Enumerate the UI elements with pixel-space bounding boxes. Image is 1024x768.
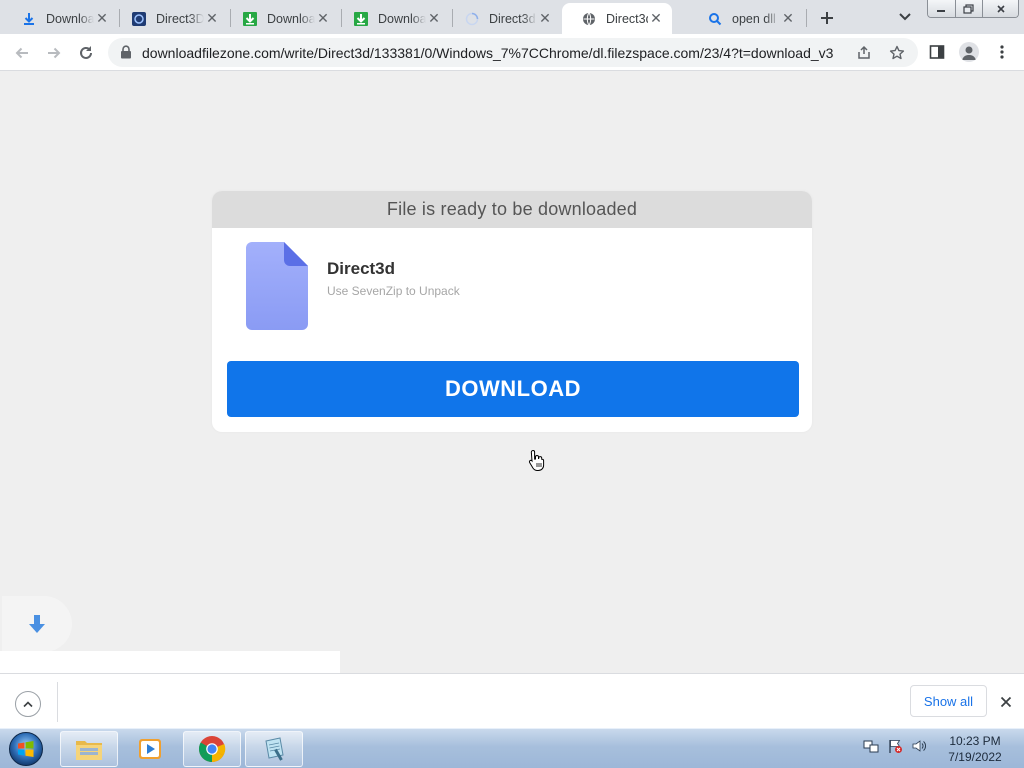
tab-label: Download [378, 11, 426, 26]
tab-label: Direct3D [156, 11, 204, 26]
menu-button[interactable] [992, 42, 1012, 62]
kebab-menu-icon [1000, 45, 1004, 59]
tab-search[interactable]: open dll ✕ [688, 3, 804, 34]
taskbar-notepad[interactable] [245, 731, 303, 767]
tab-separator [806, 9, 807, 27]
window-controls [927, 0, 1019, 18]
arrow-left-icon [15, 47, 28, 59]
tab-label: Direct3d [606, 11, 648, 26]
arrow-right-icon [48, 47, 61, 59]
close-icon[interactable]: ✕ [648, 10, 664, 27]
search-icon [708, 12, 722, 26]
action-center-flag-icon[interactable] [886, 737, 904, 755]
browser-toolbar: downloadfilezone.com/write/Direct3d/1333… [0, 34, 1024, 71]
close-icon[interactable]: ✕ [204, 10, 220, 27]
close-icon [997, 4, 1005, 13]
avatar [959, 42, 979, 62]
tab-direct3d-active[interactable]: Direct3d ✕ [562, 3, 672, 34]
chrome-icon [198, 736, 226, 763]
start-button[interactable] [6, 730, 46, 768]
side-panel-icon [929, 45, 945, 59]
url-text: downloadfilezone.com/write/Direct3d/1333… [142, 45, 834, 61]
volume-icon[interactable] [910, 737, 928, 755]
media-player-icon [139, 739, 161, 759]
bottom-banner-strip [0, 651, 340, 673]
file-icon [246, 242, 308, 330]
close-icon[interactable]: ✕ [94, 10, 110, 27]
globe-icon [582, 12, 596, 26]
lock-icon[interactable] [120, 45, 132, 64]
folder-icon [76, 741, 102, 760]
tab-direct3d-1[interactable]: Direct3D ✕ [112, 3, 228, 34]
share-icon[interactable] [854, 43, 874, 63]
bookmark-star-icon[interactable] [887, 43, 907, 63]
file-name: Direct3d [327, 259, 396, 278]
download-button[interactable]: DOWNLOAD [227, 361, 799, 417]
reload-icon [80, 46, 92, 59]
clock-date: 7/19/2022 [948, 750, 1002, 764]
network-icon[interactable] [862, 737, 880, 755]
tab-label: Download [267, 11, 315, 26]
window-close-button[interactable] [983, 0, 1018, 17]
close-icon[interactable]: ✕ [780, 10, 796, 27]
file-subtitle: Use SevenZip to Unpack [327, 284, 460, 298]
tab-download-2[interactable]: Download ✕ [223, 3, 339, 34]
floating-download-button[interactable] [2, 596, 72, 652]
close-icon[interactable]: ✕ [537, 10, 553, 27]
download-card: File is ready to be downloaded Direct3d … [212, 191, 812, 432]
page-content: File is ready to be downloaded Direct3d … [0, 71, 1024, 673]
hand-cursor-icon [528, 449, 546, 476]
restore-icon [963, 3, 974, 14]
new-tab-button[interactable] [815, 6, 839, 30]
tab-direct3d-2[interactable]: Direct3d ✕ [445, 3, 561, 34]
tab-label: open dll [732, 11, 776, 26]
direct3d-site-icon [132, 11, 146, 26]
minimize-button[interactable] [928, 0, 956, 17]
taskbar-explorer[interactable] [60, 731, 118, 767]
green-download-icon [354, 11, 368, 26]
close-icon[interactable]: ✕ [315, 10, 331, 27]
restore-button[interactable] [955, 0, 984, 17]
tab-search-dropdown[interactable] [895, 7, 915, 27]
plus-icon [821, 12, 833, 24]
system-tray [862, 737, 928, 755]
tab-download-1[interactable]: Download ✕ [2, 3, 118, 34]
chevron-up-icon [23, 701, 33, 708]
taskbar-media-player[interactable] [121, 731, 179, 767]
shelf-close-button[interactable] [996, 692, 1016, 712]
close-icon[interactable]: ✕ [426, 10, 442, 27]
profile-button[interactable] [959, 42, 979, 62]
tab-strip: Download ✕ Direct3D ✕ Download ✕ Downloa… [0, 0, 1024, 34]
reload-button[interactable] [73, 40, 99, 66]
green-download-icon [243, 11, 257, 26]
tab-label: Direct3d [489, 11, 536, 26]
windows-logo-icon [9, 732, 43, 766]
taskbar-clock[interactable]: 10:23 PM 7/19/2022 [940, 733, 1010, 765]
chevron-down-icon [899, 13, 911, 21]
minimize-icon [937, 9, 946, 12]
download-arrow-icon [29, 615, 45, 633]
shelf-expand-button[interactable] [15, 691, 41, 717]
side-panel-button[interactable] [927, 42, 947, 62]
download-arrow-icon [22, 12, 36, 26]
taskbar-chrome[interactable] [183, 731, 241, 767]
loading-spinner-icon [465, 12, 479, 26]
tab-download-3[interactable]: Download ✕ [334, 3, 450, 34]
forward-button[interactable] [41, 40, 67, 66]
address-bar[interactable]: downloadfilezone.com/write/Direct3d/1333… [108, 38, 918, 67]
close-icon [1000, 696, 1012, 708]
download-shelf: Show all [0, 673, 1024, 728]
clock-time: 10:23 PM [949, 734, 1001, 748]
show-all-button[interactable]: Show all [910, 685, 987, 717]
windows-taskbar: 10:23 PM 7/19/2022 [0, 728, 1024, 768]
back-button[interactable] [9, 40, 35, 66]
card-header: File is ready to be downloaded [212, 191, 812, 228]
notepad-icon [265, 737, 284, 761]
tab-label: Download [46, 11, 94, 26]
shelf-divider [57, 682, 58, 722]
